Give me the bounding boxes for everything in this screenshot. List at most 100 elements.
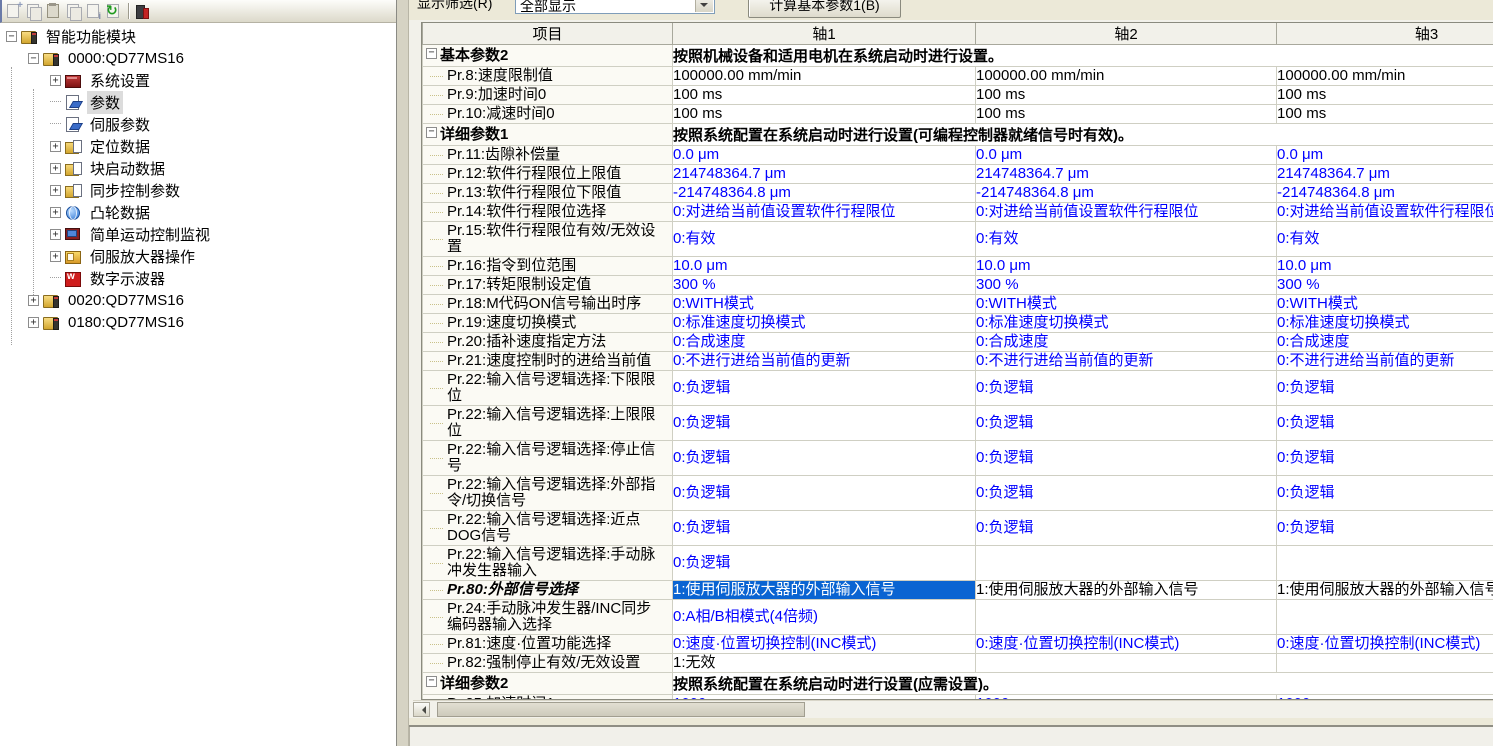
value-cell-axis3[interactable]: 214748364.7 μm <box>1277 165 1493 184</box>
value-cell-axis3[interactable]: 0:负逻辑 <box>1277 371 1493 406</box>
tree-item-label[interactable]: 数字示波器 <box>87 267 168 290</box>
item-cell[interactable]: Pr.16:指令到位范围 <box>423 257 673 276</box>
tree-item-label[interactable]: 定位数据 <box>87 135 153 158</box>
tree-expander-plus-icon[interactable]: + <box>28 317 39 328</box>
sheet-info-icon[interactable] <box>85 3 103 20</box>
value-cell-axis3[interactable]: 100 ms <box>1277 86 1493 105</box>
tree-item-module-0020[interactable]: +0020:QD77MS16 <box>0 289 396 311</box>
tree-item-intelligent-function-module[interactable]: − 智能功能模块 <box>0 25 396 47</box>
horizontal-scrollbar[interactable] <box>413 700 1493 718</box>
display-filter-dropdown[interactable]: 全部显示 <box>515 0 715 14</box>
value-cell-axis3[interactable] <box>1277 654 1493 673</box>
tree-item-label[interactable]: 智能功能模块 <box>43 25 139 48</box>
tree-item-block-start-data[interactable]: +块启动数据 <box>0 157 396 179</box>
item-cell[interactable]: −详细参数2 <box>423 673 673 695</box>
tree-item-label[interactable]: 伺服参数 <box>87 113 153 136</box>
group-expander-minus-icon[interactable]: − <box>426 48 437 59</box>
tree-expander-plus-icon[interactable]: + <box>50 75 61 86</box>
calc-basic-param-button[interactable]: 计算基本参数1(B) <box>748 0 901 18</box>
value-cell-axis2[interactable] <box>976 600 1277 635</box>
tree-item-digital-oscilloscope[interactable]: 数字示波器 <box>0 267 396 289</box>
item-cell[interactable]: Pr.22:输入信号逻辑选择:停止信号 <box>423 441 673 476</box>
tree-item-label[interactable]: 伺服放大器操作 <box>87 245 198 268</box>
value-cell-axis2[interactable]: 0:不进行进给当前值的更新 <box>976 352 1277 371</box>
tree-item-servo-parameter[interactable]: 伺服参数 <box>0 113 396 135</box>
tree-item-system-settings[interactable]: + 系统设置 <box>0 69 396 91</box>
value-cell-axis3[interactable]: 0:合成速度 <box>1277 333 1493 352</box>
item-cell[interactable]: Pr.14:软件行程限位选择 <box>423 203 673 222</box>
item-cell[interactable]: Pr.80:外部信号选择 <box>423 581 673 600</box>
value-cell-axis2[interactable]: 0:对进给当前值设置软件行程限位 <box>976 203 1277 222</box>
tree-item-label[interactable]: 系统设置 <box>87 69 153 92</box>
value-cell-axis2[interactable]: 0:标准速度切换模式 <box>976 314 1277 333</box>
item-cell[interactable]: −详细参数1 <box>423 124 673 146</box>
tree-expander-plus-icon[interactable]: + <box>50 229 61 240</box>
value-cell-axis3[interactable]: 300 % <box>1277 276 1493 295</box>
item-cell[interactable]: Pr.17:转矩限制设定值 <box>423 276 673 295</box>
value-cell-axis1[interactable]: 0:有效 <box>673 222 976 257</box>
value-cell-axis3[interactable]: 0:不进行进给当前值的更新 <box>1277 352 1493 371</box>
value-cell-axis2[interactable]: 0:负逻辑 <box>976 371 1277 406</box>
value-cell-axis2[interactable]: 300 % <box>976 276 1277 295</box>
value-cell-axis1[interactable]: 100 ms <box>673 86 976 105</box>
value-cell-axis1[interactable]: 300 % <box>673 276 976 295</box>
tree-expander-plus-icon[interactable]: + <box>50 141 61 152</box>
value-cell-axis2[interactable]: 214748364.7 μm <box>976 165 1277 184</box>
item-cell[interactable]: Pr.8:速度限制值 <box>423 67 673 86</box>
value-cell-axis2[interactable]: 100 ms <box>976 105 1277 124</box>
group-expander-minus-icon[interactable]: − <box>426 127 437 138</box>
value-cell-axis3[interactable]: 0:有效 <box>1277 222 1493 257</box>
value-cell-axis1[interactable]: 0:负逻辑 <box>673 511 976 546</box>
value-cell-axis3[interactable]: 0:负逻辑 <box>1277 441 1493 476</box>
item-cell[interactable]: Pr.18:M代码ON信号输出时序 <box>423 295 673 314</box>
tree-item-positioning-data[interactable]: + 定位数据 <box>0 135 396 157</box>
value-cell-axis1[interactable]: 100 ms <box>673 105 976 124</box>
value-cell-axis2[interactable]: 0:速度·位置切换控制(INC模式) <box>976 635 1277 654</box>
value-cell-axis1[interactable]: 0.0 μm <box>673 146 976 165</box>
value-cell-axis1[interactable]: 1:无效 <box>673 654 976 673</box>
item-cell[interactable]: Pr.82:强制停止有效/无效设置 <box>423 654 673 673</box>
value-cell-axis2[interactable] <box>976 654 1277 673</box>
item-cell[interactable]: Pr.11:齿隙补偿量 <box>423 146 673 165</box>
tree-item-cam-data[interactable]: + 凸轮数据 <box>0 201 396 223</box>
value-cell-axis3[interactable]: 0:负逻辑 <box>1277 476 1493 511</box>
copy-special-icon[interactable] <box>65 3 83 20</box>
value-cell-axis1[interactable]: 1:使用伺服放大器的外部输入信号 <box>673 581 976 600</box>
value-cell-axis1[interactable]: 214748364.7 μm <box>673 165 976 184</box>
value-cell-axis1[interactable]: 0:负逻辑 <box>673 441 976 476</box>
tree-item-servo-amplifier-operation[interactable]: +伺服放大器操作 <box>0 245 396 267</box>
value-cell-axis1[interactable]: 0:标准速度切换模式 <box>673 314 976 333</box>
tree-item-module-0000[interactable]: − 0000:QD77MS16 <box>0 47 396 69</box>
item-cell[interactable]: Pr.9:加速时间0 <box>423 86 673 105</box>
value-cell-axis3[interactable]: 0:速度·位置切换控制(INC模式) <box>1277 635 1493 654</box>
tree-item-label[interactable]: 简单运动控制监视 <box>87 223 213 246</box>
value-cell-axis3[interactable]: 1:使用伺服放大器的外部输入信号 <box>1277 581 1493 600</box>
tree-item-label[interactable]: 参数 <box>87 91 123 114</box>
item-cell[interactable]: Pr.19:速度切换模式 <box>423 314 673 333</box>
copy-icon[interactable] <box>25 3 43 20</box>
value-cell-axis3[interactable]: 0:WITH模式 <box>1277 295 1493 314</box>
tree-expander-minus-icon[interactable]: − <box>28 53 39 64</box>
value-cell-axis1[interactable]: 0:负逻辑 <box>673 476 976 511</box>
item-cell[interactable]: −基本参数2 <box>423 45 673 67</box>
item-cell[interactable]: Pr.13:软件行程限位下限值 <box>423 184 673 203</box>
tree-expander-plus-icon[interactable]: + <box>50 163 61 174</box>
tree-item-label[interactable]: 0000:QD77MS16 <box>65 49 187 68</box>
value-cell-axis1[interactable]: 0:A相/B相模式(4倍频) <box>673 600 976 635</box>
value-cell-axis3[interactable]: 0:标准速度切换模式 <box>1277 314 1493 333</box>
value-cell-axis2[interactable]: 10.0 μm <box>976 257 1277 276</box>
value-cell-axis1[interactable]: 0:负逻辑 <box>673 406 976 441</box>
tree-expander-plus-icon[interactable]: + <box>50 185 61 196</box>
value-cell-axis1[interactable]: 10.0 μm <box>673 257 976 276</box>
tree-item-label[interactable]: 凸轮数据 <box>87 201 153 224</box>
tree-expander-plus-icon[interactable]: + <box>50 207 61 218</box>
group-expander-minus-icon[interactable]: − <box>426 676 437 687</box>
module-tool-icon[interactable] <box>133 3 151 20</box>
value-cell-axis1[interactable]: -214748364.8 μm <box>673 184 976 203</box>
value-cell-axis1[interactable]: 100000.00 mm/min <box>673 67 976 86</box>
tree-expander-minus-icon[interactable]: − <box>6 31 17 42</box>
dropdown-arrow-icon[interactable] <box>695 0 713 12</box>
item-cell[interactable]: Pr.21:速度控制时的进给当前值 <box>423 352 673 371</box>
tree-item-label[interactable]: 0020:QD77MS16 <box>65 291 187 310</box>
tree-item-sync-control-parameter[interactable]: +同步控制参数 <box>0 179 396 201</box>
